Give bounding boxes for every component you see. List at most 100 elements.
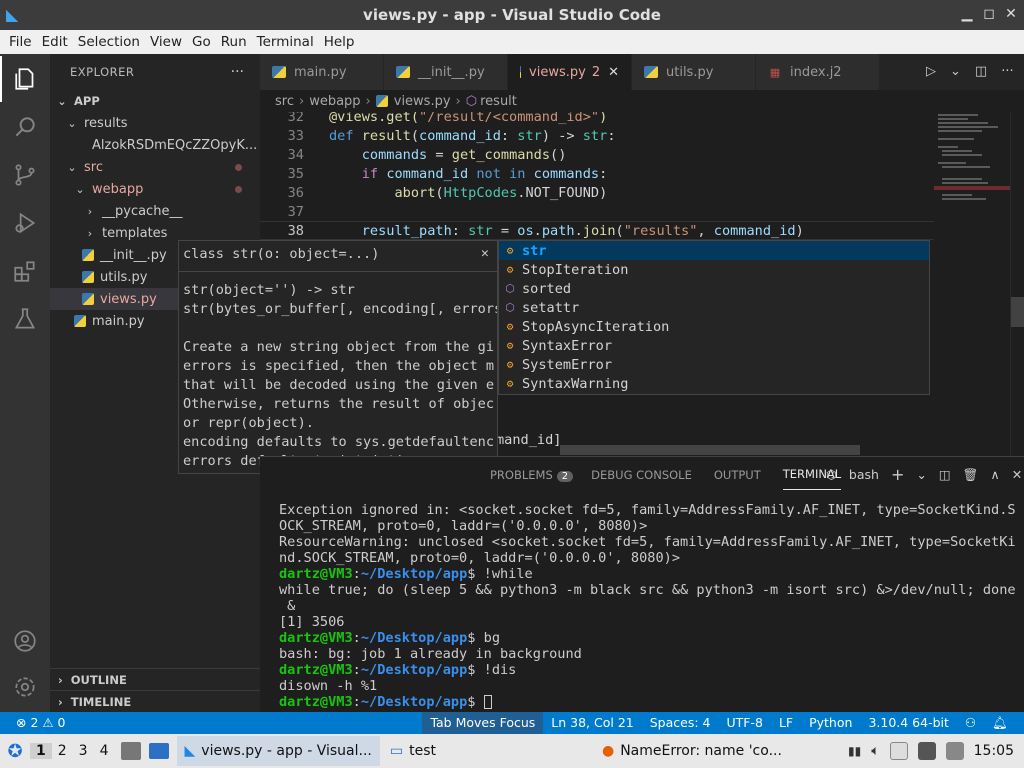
workspace-1[interactable]: 1 <box>30 743 52 759</box>
menu-edit[interactable]: Edit <box>37 34 73 50</box>
chevron-down-icon[interactable]: ⌄ <box>916 467 926 482</box>
timeline-section[interactable]: › TIMELINE <box>50 690 260 712</box>
taskbar-window-firefox[interactable]: ● NameError: name 'co... <box>594 736 790 766</box>
explorer-icon[interactable] <box>0 56 50 102</box>
close-panel-icon[interactable]: ✕ <box>1012 467 1022 482</box>
suggestion-item[interactable]: ⚙ SystemError <box>499 355 929 374</box>
class-symbol-icon: ⚙ <box>506 319 514 333</box>
breadcrumb-result[interactable]: result <box>480 94 517 109</box>
tab-moves-focus-status[interactable]: Tab Moves Focus <box>422 712 544 734</box>
breadcrumb-src[interactable]: src <box>275 94 294 109</box>
tab-debug-console[interactable]: DEBUG CONSOLE <box>591 460 692 490</box>
close-icon[interactable]: ✕ <box>1004 6 1018 22</box>
terminal-shell-icon: ⌬ <box>826 467 837 482</box>
testing-icon[interactable] <box>0 296 50 342</box>
pause-icon[interactable]: ▮▮ <box>848 744 861 758</box>
file-manager-icon[interactable] <box>120 742 141 760</box>
workspace-4[interactable]: 4 <box>94 743 115 759</box>
split-terminal-icon[interactable]: ◫ <box>939 467 951 482</box>
suggestion-item[interactable]: ⚙ StopAsyncIteration <box>499 317 929 336</box>
split-editor-icon[interactable]: ◫ <box>975 64 987 79</box>
outline-section[interactable]: › OUTLINE <box>50 668 260 690</box>
terminal-prompt-line: dartz@VM3:~/Desktop/app$ !while <box>279 566 533 582</box>
tab-main-py[interactable]: main.py <box>260 54 384 90</box>
tree-folder-pycache[interactable]: › __pycache__ <box>50 200 260 222</box>
vertical-scrollbar[interactable] <box>1010 112 1024 456</box>
tab-views-py[interactable]: views.py 2 ✕ <box>508 54 632 90</box>
volume-icon[interactable]: 🔈︎ <box>871 743 879 759</box>
workspace-3[interactable]: 3 <box>73 743 94 759</box>
menu-file[interactable]: File <box>4 34 37 50</box>
breadcrumb-webapp[interactable]: webapp <box>309 94 360 109</box>
suggestion-item[interactable]: ⚙ StopIteration <box>499 260 929 279</box>
maximize-panel-icon[interactable]: ∧ <box>991 467 1000 482</box>
power-icon[interactable] <box>945 742 964 760</box>
problems-status[interactable]: ⊗ 2 ⚠ 0 <box>8 712 74 734</box>
chevron-down-icon[interactable]: ⌄ <box>950 64 961 79</box>
extensions-icon[interactable] <box>0 248 50 294</box>
tab-close-icon[interactable]: ✕ <box>608 65 619 80</box>
suggestion-item[interactable]: ⬡ sorted <box>499 279 929 298</box>
network-icon[interactable] <box>917 742 936 760</box>
tab-utils-py[interactable]: utils.py <box>632 54 756 90</box>
horizontal-scrollbar[interactable] <box>560 445 860 455</box>
tree-folder-webapp[interactable]: ⌄ webapp <box>50 178 260 200</box>
clipboard-icon[interactable] <box>889 742 908 760</box>
suggestion-item[interactable]: ⚙ str <box>499 241 929 260</box>
menu-selection[interactable]: Selection <box>73 34 145 50</box>
workspace-2[interactable]: 2 <box>52 743 73 759</box>
minimap[interactable] <box>934 112 1010 456</box>
menu-go[interactable]: Go <box>187 34 216 50</box>
tab-init-py[interactable]: __init__.py <box>384 54 508 90</box>
indentation-status[interactable]: Spaces: 4 <box>642 712 719 734</box>
taskbar-window-vscode[interactable]: ◣ views.py - app - Visual... <box>176 736 380 766</box>
chevron-right-icon: › <box>298 93 305 109</box>
start-menu-icon[interactable]: ✪ <box>0 741 30 762</box>
notifications-bell-icon[interactable]: 🔔︎ <box>984 712 1016 734</box>
menu-run[interactable]: Run <box>216 34 252 50</box>
search-icon[interactable] <box>0 104 50 150</box>
tree-folder-results[interactable]: ⌄ results <box>50 112 260 134</box>
run-debug-icon[interactable] <box>0 200 50 246</box>
taskbar-window-test[interactable]: ▭ test <box>382 736 444 766</box>
suggestion-item[interactable]: ⚙ SyntaxError <box>499 336 929 355</box>
menu-bar: File Edit Selection View Go Run Terminal… <box>0 30 1024 54</box>
vscode-app-icon: ◣ <box>184 743 196 759</box>
tree-file-result[interactable]: AlzokRSDmEQcZZOpyK... <box>50 134 260 156</box>
interpreter-status[interactable]: 3.10.4 64-bit <box>860 712 956 734</box>
tab-problems[interactable]: PROBLEMS 2 <box>490 460 574 490</box>
more-actions-icon[interactable]: ··· <box>1001 64 1013 79</box>
eol-status[interactable]: LF <box>771 712 801 734</box>
menu-help[interactable]: Help <box>319 34 360 50</box>
terminal-line: bash: bg: job 1 already in background <box>279 646 582 662</box>
more-actions-icon[interactable]: ··· <box>231 64 244 80</box>
language-mode-status[interactable]: Python <box>801 712 860 734</box>
cursor-position-status[interactable]: Ln 38, Col 21 <box>543 712 641 734</box>
tree-folder-src[interactable]: ⌄ src <box>50 156 260 178</box>
settings-gear-icon[interactable] <box>0 664 50 710</box>
minimize-icon[interactable]: ▁ <box>960 6 974 22</box>
terminal-cursor <box>483 695 492 709</box>
shell-name[interactable]: bash <box>849 467 879 482</box>
close-icon[interactable]: ✕ <box>481 246 489 261</box>
suggestion-item[interactable]: ⬡ setattr <box>499 298 929 317</box>
new-terminal-icon[interactable]: + <box>891 465 904 484</box>
menu-view[interactable]: View <box>145 34 187 50</box>
autocomplete-list: ⚙ str ⚙ StopIteration ⬡ sorted ⬡ setattr ⚙ St… <box>498 240 930 395</box>
tab-index-j2[interactable]: ▦ index.j2 <box>756 54 880 90</box>
breadcrumb-views[interactable]: views.py <box>394 94 451 109</box>
scrollbar-thumb[interactable] <box>1011 297 1024 327</box>
suggestion-item[interactable]: ⚙ SyntaxWarning <box>499 374 929 393</box>
run-icon[interactable]: ▷ <box>926 64 936 79</box>
source-control-icon[interactable] <box>0 152 50 198</box>
maximize-icon[interactable]: ◻ <box>982 6 996 22</box>
menu-terminal[interactable]: Terminal <box>252 34 319 50</box>
feedback-icon[interactable]: ⚇ <box>957 712 984 734</box>
show-desktop-icon[interactable] <box>148 743 169 759</box>
trash-icon[interactable]: 🗑 <box>963 467 979 483</box>
workspace-root[interactable]: ⌄ APP <box>50 90 260 112</box>
account-icon[interactable] <box>0 618 50 664</box>
tab-output[interactable]: OUTPUT <box>714 460 761 490</box>
terminal-output[interactable]: Exception ignored in: <socket.socket fd=… <box>279 502 1019 710</box>
encoding-status[interactable]: UTF-8 <box>718 712 770 734</box>
